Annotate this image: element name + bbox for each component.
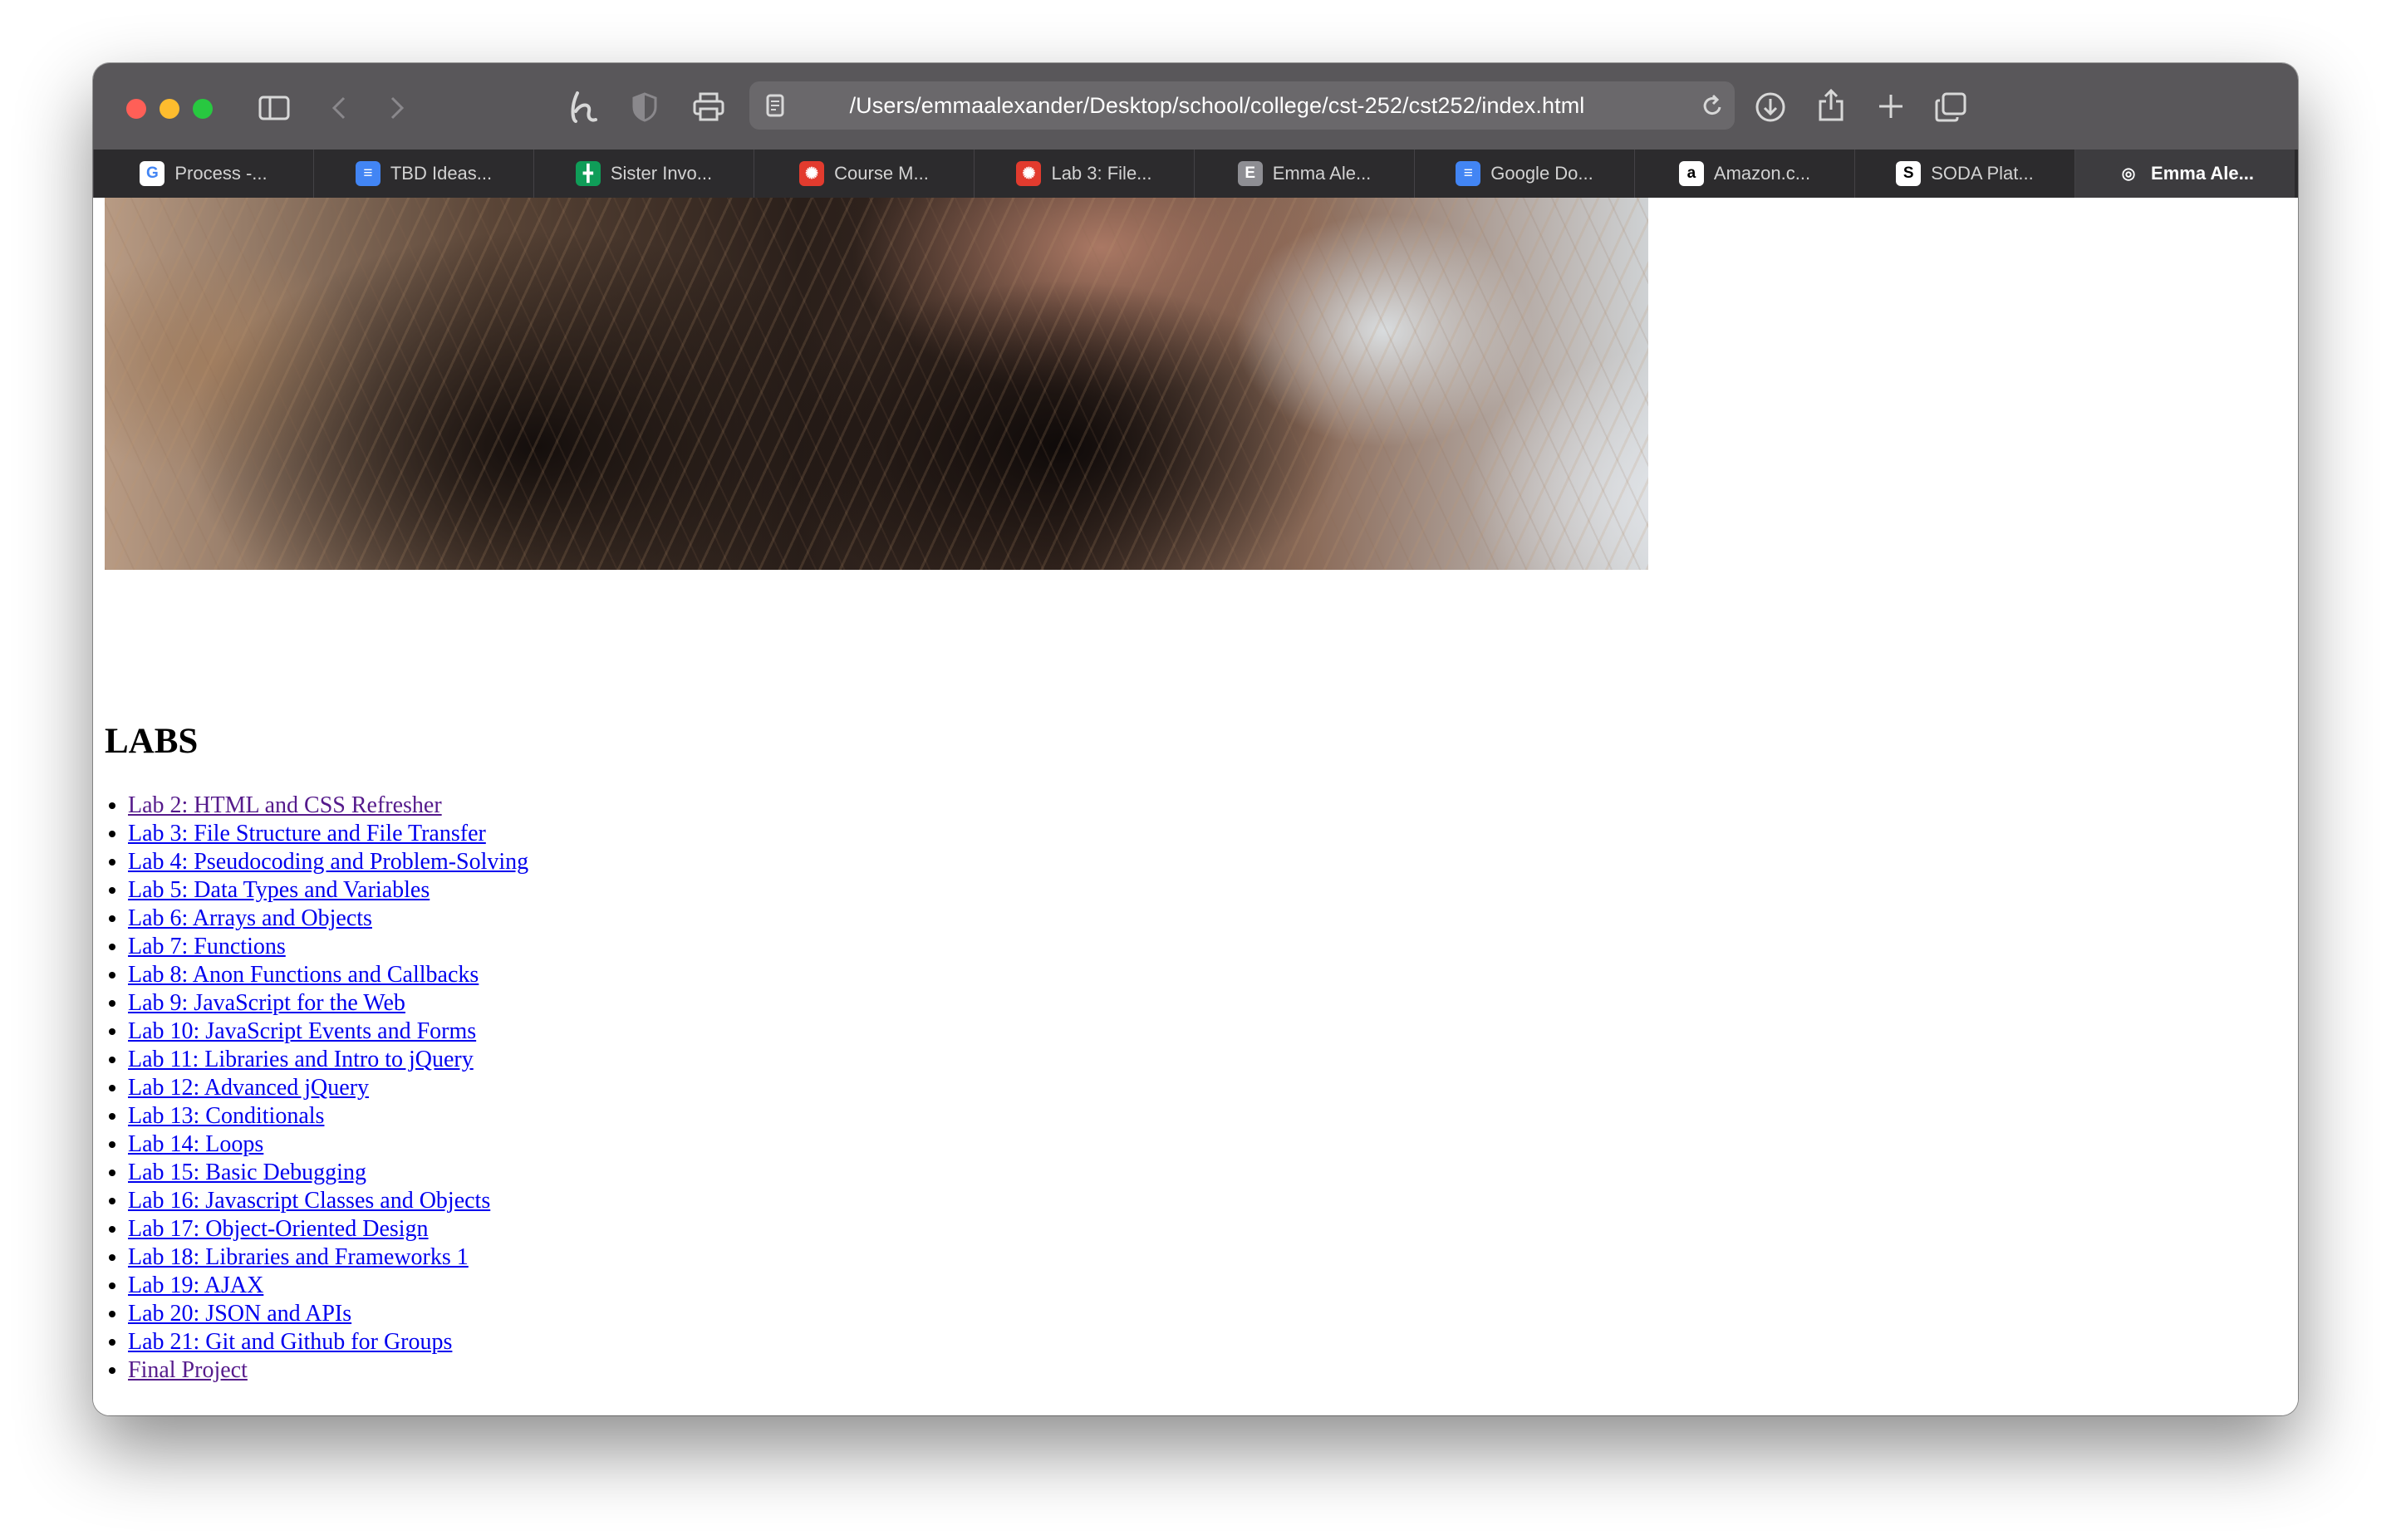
amazon-icon: a	[1678, 161, 1704, 186]
lab-link[interactable]: Lab 3: File Structure and File Transfer	[128, 821, 486, 846]
back-icon[interactable]	[322, 91, 356, 125]
share-icon[interactable]	[1813, 86, 1849, 125]
forward-icon[interactable]	[380, 91, 414, 125]
browser-tab[interactable]: a Amazon.c...	[1634, 150, 1854, 198]
print-icon[interactable]	[690, 90, 728, 125]
list-item: Lab 16: Javascript Classes and Objects	[128, 1187, 528, 1215]
list-item: Lab 20: JSON and APIs	[128, 1300, 528, 1328]
page-content: LABS Lab 2: HTML and CSS Refresher Lab 3:…	[93, 198, 2298, 1415]
browser-tab-label: Course M...	[834, 163, 929, 184]
lab-link[interactable]: Lab 6: Arrays and Objects	[128, 905, 372, 931]
list-item: Lab 9: JavaScript for the Web	[128, 989, 528, 1018]
minimize-window-button[interactable]	[160, 99, 179, 119]
shield-icon[interactable]	[628, 90, 661, 125]
lab-link[interactable]: Lab 12: Advanced jQuery	[128, 1075, 369, 1101]
sidebar-toggle-icon[interactable]	[256, 91, 292, 125]
list-item: Lab 5: Data Types and Variables	[128, 876, 528, 905]
tab-bar: G Process -... ≡ TBD Ideas... ╋ Sister Invo..…	[93, 150, 2298, 199]
lab-link[interactable]: Final Project	[128, 1357, 248, 1383]
lab-link[interactable]: Lab 4: Pseudocoding and Problem-Solving	[128, 849, 528, 875]
google-docs-icon: ≡	[355, 161, 380, 186]
close-window-button[interactable]	[126, 99, 146, 119]
lab-link[interactable]: Lab 9: JavaScript for the Web	[128, 990, 405, 1016]
browser-tab-label: Sister Invo...	[610, 163, 713, 184]
lab-link[interactable]: Lab 5: Data Types and Variables	[128, 877, 430, 903]
google-docs-icon: ≡	[1456, 161, 1481, 186]
google-sheets-icon: ╋	[575, 161, 601, 186]
list-item: Lab 3: File Structure and File Transfer	[128, 820, 528, 848]
browser-tab[interactable]: ≡ TBD Ideas...	[313, 150, 533, 198]
compass-icon: ◎	[2116, 161, 2142, 186]
header-photo	[105, 198, 1648, 570]
list-item: Lab 17: Object-Oriented Design	[128, 1215, 528, 1243]
list-item: Lab 11: Libraries and Intro to jQuery	[128, 1046, 528, 1074]
lab-link[interactable]: Lab 14: Loops	[128, 1131, 263, 1157]
list-item: Lab 13: Conditionals	[128, 1102, 528, 1130]
tab-overview-icon[interactable]	[1932, 90, 1969, 125]
list-item: Lab 2: HTML and CSS Refresher	[128, 792, 528, 820]
list-item: Lab 19: AJAX	[128, 1272, 528, 1300]
browser-window: /Users/emmaalexander/Desktop/school/coll…	[93, 63, 2298, 1415]
lab-link[interactable]: Lab 2: HTML and CSS Refresher	[128, 792, 442, 818]
browser-tab[interactable]: ≡ Google Do...	[1414, 150, 1634, 198]
browser-tab-label: Lab 3: File...	[1051, 163, 1152, 184]
list-item: Lab 7: Functions	[128, 933, 528, 961]
page-heading: LABS	[105, 722, 199, 761]
lab-link[interactable]: Lab 20: JSON and APIs	[128, 1301, 351, 1327]
browser-tab[interactable]: E Emma Ale...	[1194, 150, 1414, 198]
google-icon: G	[140, 161, 165, 186]
lab-link[interactable]: Lab 11: Libraries and Intro to jQuery	[128, 1047, 474, 1072]
lab-link[interactable]: Lab 15: Basic Debugging	[128, 1160, 366, 1185]
browser-tab[interactable]: G Process -...	[93, 150, 313, 198]
downloads-icon[interactable]	[1753, 90, 1788, 125]
address-text[interactable]: /Users/emmaalexander/Desktop/school/coll…	[749, 81, 1685, 130]
letter-e-icon: E	[1237, 161, 1263, 186]
browser-tab-label: Emma Ale...	[1272, 163, 1372, 184]
lab-link[interactable]: Lab 18: Libraries and Frameworks 1	[128, 1244, 469, 1270]
list-item: Lab 4: Pseudocoding and Problem-Solving	[128, 848, 528, 876]
browser-tab[interactable]: ◎ Emma Ale...	[2074, 150, 2295, 198]
reload-icon[interactable]	[1700, 92, 1726, 119]
browser-toolbar: /Users/emmaalexander/Desktop/school/coll…	[93, 63, 2298, 150]
list-item: Lab 15: Basic Debugging	[128, 1159, 528, 1187]
canvas-icon: ✺	[799, 161, 825, 186]
address-bar[interactable]: /Users/emmaalexander/Desktop/school/coll…	[749, 81, 1735, 130]
new-tab-icon[interactable]	[1874, 90, 1907, 123]
list-item: Lab 21: Git and Github for Groups	[128, 1328, 528, 1356]
browser-tab[interactable]: ╋ Sister Invo...	[533, 150, 754, 198]
zoom-window-button[interactable]	[193, 99, 213, 119]
honey-extension-icon[interactable]	[565, 88, 603, 126]
list-item: Lab 12: Advanced jQuery	[128, 1074, 528, 1102]
lab-link[interactable]: Lab 19: AJAX	[128, 1273, 263, 1298]
lab-link[interactable]: Lab 10: JavaScript Events and Forms	[128, 1018, 476, 1044]
browser-tab-label: Amazon.c...	[1713, 163, 1811, 184]
lab-link[interactable]: Lab 17: Object-Oriented Design	[128, 1216, 429, 1242]
list-item: Lab 14: Loops	[128, 1130, 528, 1159]
list-item: Lab 6: Arrays and Objects	[128, 905, 528, 933]
browser-tab[interactable]: ✺ Lab 3: File...	[974, 150, 1194, 198]
browser-tab-label: Process -...	[174, 163, 268, 184]
lab-link[interactable]: Lab 8: Anon Functions and Callbacks	[128, 962, 479, 988]
soda-icon: S	[1896, 161, 1922, 186]
list-item: Lab 8: Anon Functions and Callbacks	[128, 961, 528, 989]
list-item: Final Project	[128, 1356, 528, 1385]
lab-link[interactable]: Lab 21: Git and Github for Groups	[128, 1329, 452, 1355]
lab-link[interactable]: Lab 13: Conditionals	[128, 1103, 324, 1129]
browser-tab[interactable]: ✺ Course M...	[754, 150, 974, 198]
browser-tab-label: SODA Plat...	[1931, 163, 2034, 184]
header-photo-texture	[105, 198, 1648, 570]
lab-link[interactable]: Lab 16: Javascript Classes and Objects	[128, 1188, 490, 1214]
list-item: Lab 18: Libraries and Frameworks 1	[128, 1243, 528, 1272]
browser-tab[interactable]: S SODA Plat...	[1854, 150, 2074, 198]
labs-list: Lab 2: HTML and CSS Refresher Lab 3: File…	[105, 792, 528, 1385]
browser-tab-label: Emma Ale...	[2151, 163, 2254, 184]
browser-tab-label: TBD Ideas...	[390, 163, 493, 184]
lab-link[interactable]: Lab 7: Functions	[128, 934, 286, 959]
list-item: Lab 10: JavaScript Events and Forms	[128, 1018, 528, 1046]
canvas-icon: ✺	[1016, 161, 1042, 186]
browser-tab-label: Google Do...	[1490, 163, 1593, 184]
